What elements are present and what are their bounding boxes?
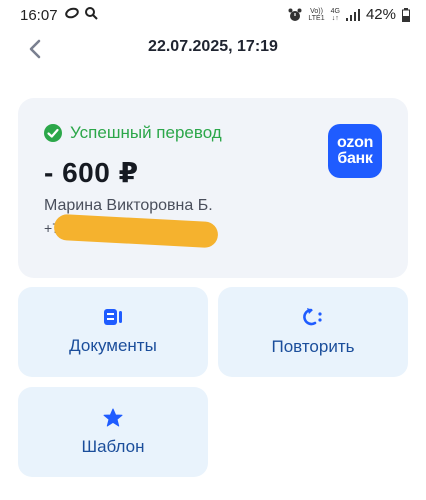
repeat-icon xyxy=(303,308,322,326)
battery-icon xyxy=(402,7,410,22)
transfer-amount: - 600 ₽ xyxy=(44,157,139,188)
template-label: Шаблон xyxy=(81,436,145,456)
repeat-button[interactable]: Повторить xyxy=(218,287,408,377)
status-row: Успешный перевод xyxy=(44,123,222,143)
documents-label: Документы xyxy=(69,336,157,355)
status-time: 16:07 xyxy=(20,7,58,24)
redaction-mark xyxy=(53,213,219,249)
link-icon xyxy=(65,7,79,19)
network-indicator: 4G ↓↑ xyxy=(330,7,340,22)
document-icon xyxy=(104,309,122,325)
volte-label: Vo)) xyxy=(310,7,323,15)
battery-percent: 42% xyxy=(365,6,396,23)
star-icon xyxy=(103,408,123,426)
bank-logo: ozon банк xyxy=(328,124,382,178)
lte-label: LTE1 xyxy=(308,14,325,22)
network-label: 4G xyxy=(330,7,340,15)
signal-icon xyxy=(345,8,360,21)
documents-button[interactable]: Документы xyxy=(18,287,208,377)
bank-logo-line2: банк xyxy=(337,150,373,167)
search-icon xyxy=(85,7,98,20)
recipient-name: Марина Викторовна Б. xyxy=(44,197,213,214)
status-bar: 16:07 Vo)) LTE1 4G ↓↑ 42% xyxy=(0,0,426,32)
status-text: Успешный перевод xyxy=(70,123,222,142)
header: 22.07.2025, 17:19 xyxy=(0,32,426,66)
status-left-icons xyxy=(64,6,98,20)
page-title: 22.07.2025, 17:19 xyxy=(148,38,278,55)
volte-indicator: Vo)) LTE1 xyxy=(308,8,324,22)
status-right: Vo)) LTE1 4G ↓↑ 42% xyxy=(288,6,410,23)
repeat-label: Повторить xyxy=(271,337,355,356)
bank-logo-line1: ozon xyxy=(336,134,374,151)
transfer-card: Успешный перевод - 600 ₽ Марина Викторов… xyxy=(18,98,408,278)
template-button[interactable]: Шаблон xyxy=(18,387,208,477)
alarm-icon xyxy=(288,8,302,21)
check-circle-icon xyxy=(44,124,62,142)
